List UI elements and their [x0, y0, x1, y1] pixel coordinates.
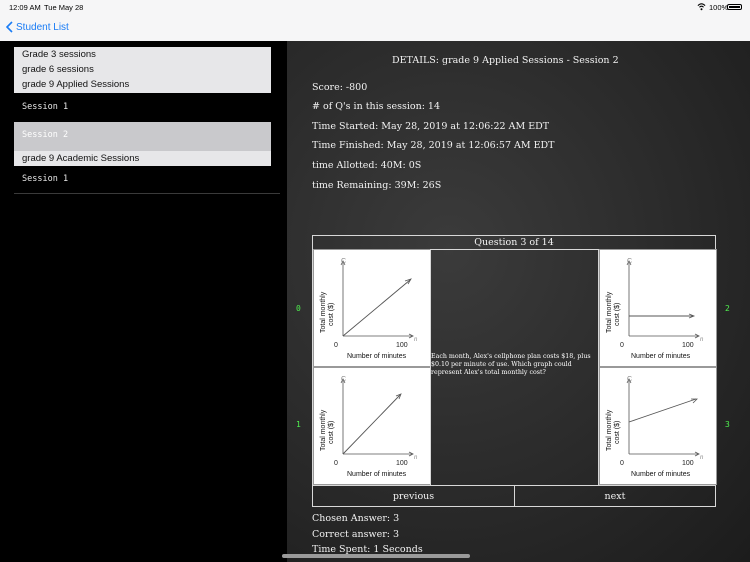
sidebar-divider [14, 193, 280, 194]
graph-y-label-2: cost ($) [614, 303, 621, 326]
answer-option-1[interactable]: C n 0 100 Number of minutes Total monthl… [313, 367, 431, 485]
graph-y-var: C [627, 258, 632, 265]
graph-origin-label: 0 [620, 460, 624, 467]
question-text-area: Each month, Alex's cellphone plan costs … [430, 249, 599, 485]
sidebar-item-grade-3-sessions[interactable]: Grade 3 sessions [14, 47, 271, 62]
graph-x-tick: 100 [682, 342, 694, 349]
answer-graph-3: C n 0 100 Number of minutes Total monthl… [606, 376, 704, 478]
time-allotted-text: time Allotted: 40M: 0S [312, 160, 422, 171]
answer-option-0[interactable]: C n 0 100 Number of minutes Total monthl… [313, 249, 431, 367]
graph-x-var: n [700, 455, 704, 461]
back-button[interactable]: Student List [6, 21, 69, 33]
question-title: Question 3 of 14 [313, 236, 715, 250]
graph-x-label: Number of minutes [631, 353, 691, 360]
graph-y-var: C [627, 376, 632, 383]
graph-x-var: n [414, 455, 418, 461]
graph-origin-label: 0 [334, 342, 338, 349]
graph-y-var: C [341, 376, 346, 383]
details-panel: DETAILS: grade 9 Applied Sessions - Sess… [287, 41, 750, 562]
sidebar-item-grade-9-academic-sessions[interactable]: grade 9 Academic Sessions [14, 151, 271, 166]
option-number-3: 3 [725, 420, 730, 429]
graph-x-label: Number of minutes [347, 353, 407, 360]
graph-y-label-1: Total monthly [320, 291, 327, 333]
graph-y-label-1: Total monthly [320, 409, 327, 451]
graph-x-tick: 100 [396, 342, 408, 349]
chevron-left-icon [6, 21, 13, 33]
chosen-answer-text: Chosen Answer: 3 [312, 513, 400, 524]
correct-answer-text: Correct answer: 3 [312, 529, 400, 540]
battery-icon [727, 4, 742, 10]
details-title: DETAILS: grade 9 Applied Sessions - Sess… [392, 55, 619, 66]
answer-graph-1: C n 0 100 Number of minutes Total monthl… [320, 376, 418, 478]
graph-y-label-1: Total monthly [606, 291, 613, 333]
graph-x-tick: 100 [396, 460, 408, 467]
graph-y-var: C [341, 258, 346, 265]
graph-x-var: n [414, 337, 418, 343]
sidebar-item-grade-9-applied-sessions[interactable]: grade 9 Applied Sessions [14, 77, 271, 93]
time-finished-text: Time Finished: May 28, 2019 at 12:06:57 … [312, 140, 555, 151]
answer-graph-0: C n 0 100 Number of minutes Total monthl… [320, 258, 418, 360]
option-number-2: 2 [725, 304, 730, 313]
question-box: Question 3 of 14 C n 0 100 Number of min… [312, 235, 717, 507]
option-number-1: 1 [296, 420, 301, 429]
answer-option-2[interactable]: C n 0 100 Number of minutes Total monthl… [599, 249, 717, 367]
graph-x-tick: 100 [682, 460, 694, 467]
status-date: Tue May 28 [44, 3, 84, 12]
home-indicator[interactable] [282, 554, 470, 558]
sidebar: Grade 3 sessions grade 6 sessions grade … [0, 41, 287, 562]
graph-y-label-2: cost ($) [328, 421, 335, 444]
wifi-icon [697, 3, 706, 11]
question-text: Each month, Alex's cellphone plan costs … [431, 353, 591, 376]
status-bar: 12:09 AM Tue May 28 100% [0, 0, 750, 14]
answer-option-3[interactable]: C n 0 100 Number of minutes Total monthl… [599, 367, 717, 485]
option-number-0: 0 [296, 304, 301, 313]
score-text: Score: -800 [312, 82, 368, 93]
navigation-bar: Student List [0, 14, 750, 42]
previous-button[interactable]: previous [313, 485, 515, 507]
graph-origin-label: 0 [334, 460, 338, 467]
graph-y-label-1: Total monthly [606, 409, 613, 451]
sidebar-item-academic-session-1[interactable]: Session 1 [14, 171, 271, 187]
sidebar-item-grade-6-sessions[interactable]: grade 6 sessions [14, 62, 271, 77]
next-button[interactable]: next [515, 485, 715, 507]
answer-graph-2: C n 0 100 Number of minutes Total monthl… [606, 258, 704, 360]
graph-y-label-2: cost ($) [328, 303, 335, 326]
graph-x-label: Number of minutes [631, 471, 691, 478]
time-started-text: Time Started: May 28, 2019 at 12:06:22 A… [312, 121, 550, 132]
sidebar-item-applied-session-1[interactable]: Session 1 [14, 99, 271, 115]
time-remaining-text: time Remaining: 39M: 26S [312, 180, 442, 191]
graph-y-label-2: cost ($) [614, 421, 621, 444]
status-time: 12:09 AM [9, 3, 41, 12]
sidebar-item-applied-session-2[interactable]: Session 2 [14, 122, 271, 151]
graph-x-var: n [700, 337, 704, 343]
graph-origin-label: 0 [620, 342, 624, 349]
question-count-text: # of Q's in this session: 14 [312, 101, 441, 112]
graph-x-label: Number of minutes [347, 471, 407, 478]
back-button-label: Student List [16, 21, 69, 33]
battery-percent: 100% [709, 3, 729, 12]
